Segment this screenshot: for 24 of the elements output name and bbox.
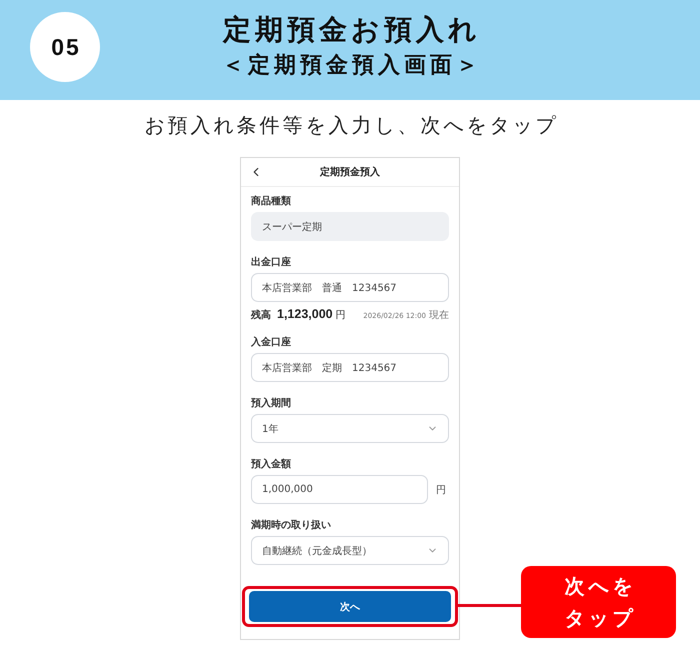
step-number: 05 bbox=[30, 12, 100, 82]
balance-label: 残高 bbox=[251, 308, 271, 322]
select-field[interactable]: 1年 bbox=[251, 414, 449, 443]
field-label: 入金口座 bbox=[251, 337, 291, 349]
balance-amount: 1,123,000 bbox=[277, 307, 333, 321]
tap-callout: 次へを タップ bbox=[521, 566, 676, 638]
instruction-text: お預入れ条件等を入力し、次へをタップ bbox=[144, 112, 560, 138]
unit-label: 円 bbox=[436, 484, 446, 496]
input-field[interactable]: 1,000,000 bbox=[251, 475, 428, 504]
select-field[interactable]: 自動継続（元金成長型） bbox=[251, 536, 449, 565]
screen-title: 定期預金預入 bbox=[320, 165, 380, 179]
page-title: 定期預金お預入れ bbox=[222, 12, 481, 48]
field-label: 預入金額 bbox=[251, 459, 291, 471]
field-label: 満期時の取り扱い bbox=[251, 520, 331, 532]
currency-unit: 円 bbox=[336, 309, 346, 322]
field-label: 出金口座 bbox=[251, 257, 291, 269]
input-field[interactable]: 本店営業部 普通 1234567 bbox=[251, 273, 449, 302]
field-label: 預入期間 bbox=[251, 398, 291, 410]
readonly-field: スーパー定期 bbox=[251, 212, 449, 241]
page-subtitle: ＜定期預金預入画面＞ bbox=[221, 52, 482, 80]
next-button[interactable]: 次へ bbox=[249, 591, 451, 622]
input-field[interactable]: 本店営業部 定期 1234567 bbox=[251, 353, 449, 382]
as-of-label: 現在 bbox=[429, 309, 449, 322]
field-label: 商品種類 bbox=[251, 196, 291, 208]
